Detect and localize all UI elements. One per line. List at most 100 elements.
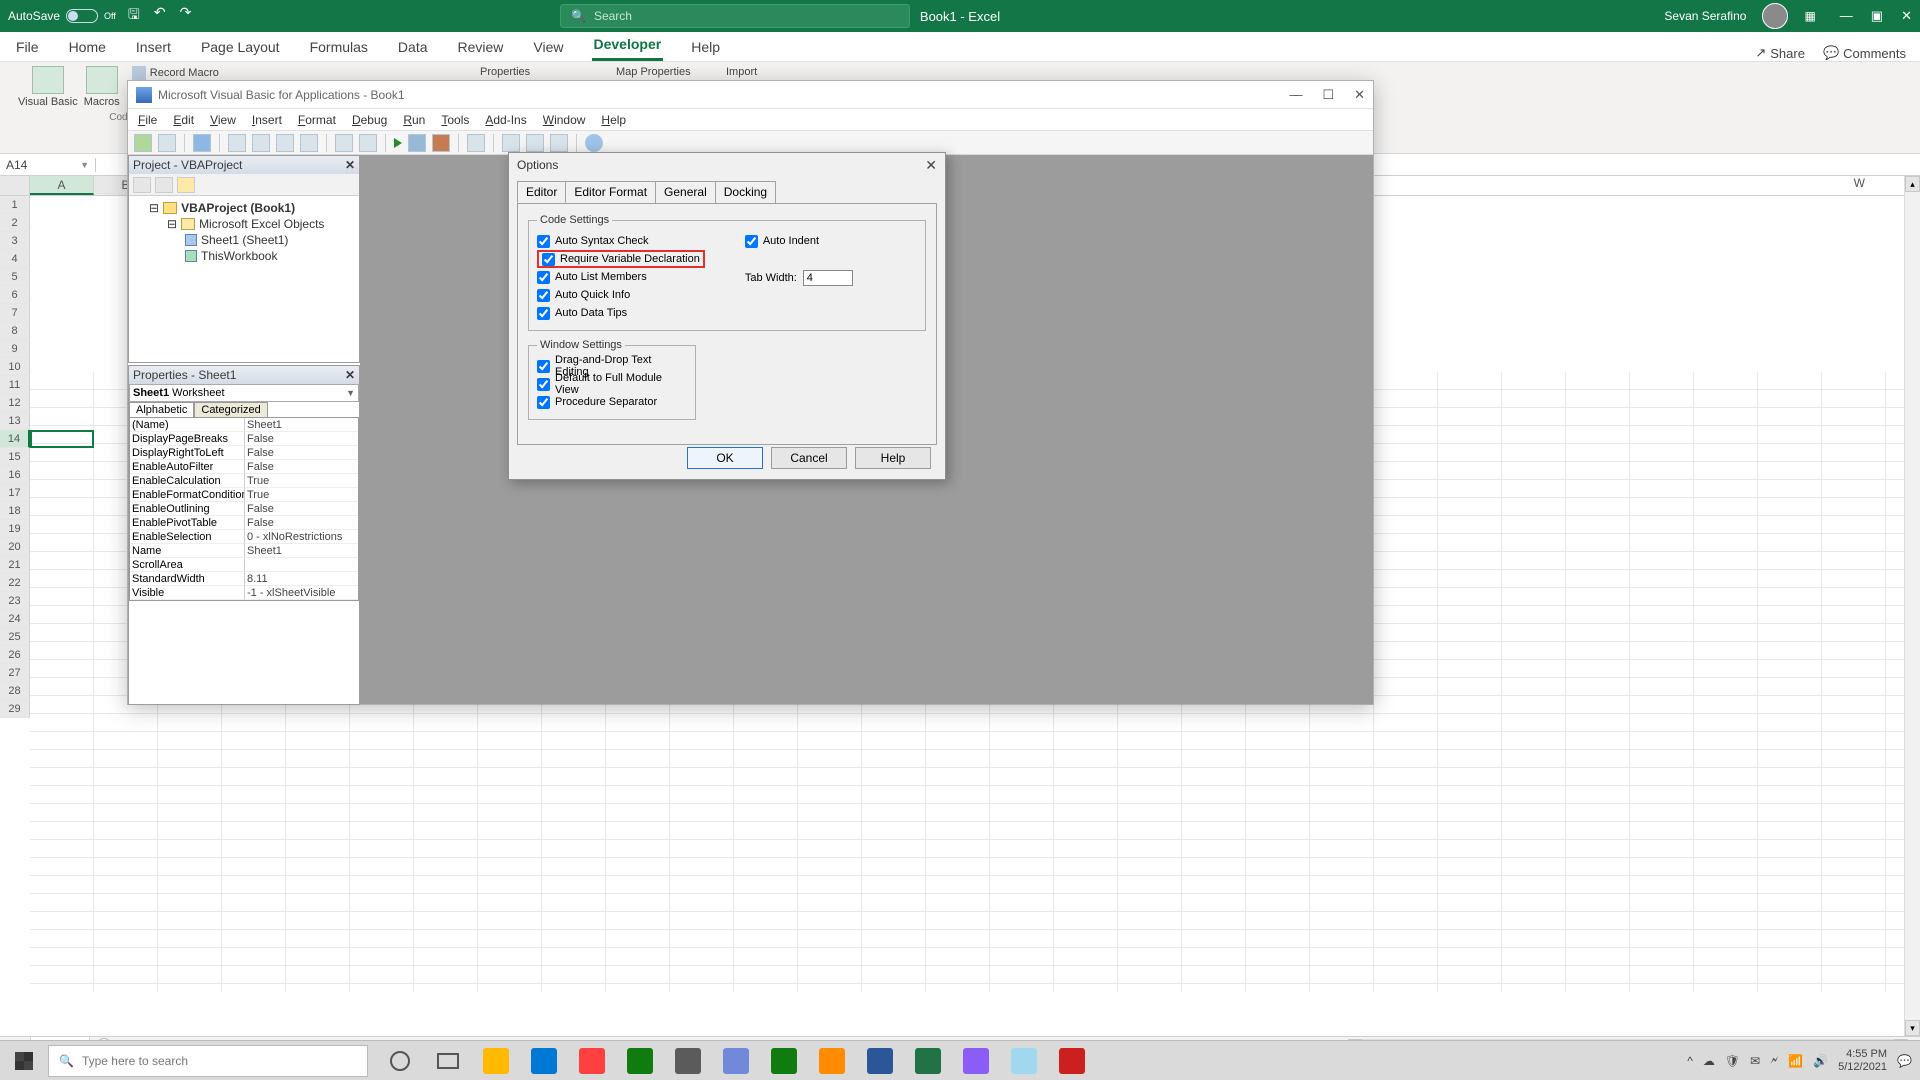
row-header[interactable]: 5 xyxy=(0,268,30,286)
vba-menu-addins[interactable]: Add-Ins xyxy=(485,113,526,127)
row-header[interactable]: 20 xyxy=(0,538,30,556)
tab-file[interactable]: File xyxy=(14,35,41,61)
cancel-button[interactable]: Cancel xyxy=(771,447,847,469)
task-view-button[interactable] xyxy=(426,1041,470,1080)
full-module-view-checkbox[interactable]: Default to Full Module View xyxy=(537,375,687,393)
property-row[interactable]: NameSheet1 xyxy=(130,544,358,558)
user-name[interactable]: Sevan Serafino xyxy=(1664,9,1746,23)
taskbar-app[interactable] xyxy=(1050,1041,1094,1080)
dialog-tab-editor-format[interactable]: Editor Format xyxy=(565,181,656,203)
row-header[interactable]: 19 xyxy=(0,520,30,538)
vba-tool-icon[interactable] xyxy=(158,134,176,152)
tab-formulas[interactable]: Formulas xyxy=(308,35,370,61)
tray-wifi-icon[interactable]: 📶 xyxy=(1788,1054,1803,1068)
vba-maximize-button[interactable]: ☐ xyxy=(1322,87,1334,103)
vba-minimize-button[interactable]: — xyxy=(1289,87,1302,103)
toggle-folders-icon[interactable] xyxy=(177,177,195,193)
vba-tool-icon[interactable] xyxy=(526,134,544,152)
search-box[interactable]: 🔍 Search xyxy=(560,4,910,28)
vba-tool-icon[interactable] xyxy=(550,134,568,152)
share-button[interactable]: ↗ Share xyxy=(1755,45,1805,61)
autosave-switch[interactable] xyxy=(66,9,98,23)
map-properties-button[interactable]: Map Properties xyxy=(612,66,691,78)
taskbar-app[interactable] xyxy=(522,1041,566,1080)
redo-icon[interactable] xyxy=(359,134,377,152)
tab-view[interactable]: View xyxy=(531,35,565,61)
close-icon[interactable]: ✕ xyxy=(925,157,937,174)
copy-icon[interactable] xyxy=(252,134,270,152)
macros-button[interactable]: Macros xyxy=(84,66,120,112)
row-header[interactable]: 14 xyxy=(0,430,30,448)
vba-menu-view[interactable]: View xyxy=(210,113,236,127)
tab-home[interactable]: Home xyxy=(67,35,108,61)
scroll-up-button[interactable]: ▴ xyxy=(1905,176,1920,192)
row-header[interactable]: 13 xyxy=(0,412,30,430)
visual-basic-button[interactable]: Visual Basic xyxy=(18,66,78,112)
taskbar-app[interactable] xyxy=(618,1041,662,1080)
chevron-down-icon[interactable]: ▼ xyxy=(80,160,89,170)
select-all-corner[interactable] xyxy=(0,176,30,195)
property-row[interactable]: EnablePivotTableFalse xyxy=(130,516,358,530)
autosave-toggle[interactable]: AutoSave Off xyxy=(8,9,116,23)
properties-tab-categorized[interactable]: Categorized xyxy=(194,402,267,417)
tray-onedrive-icon[interactable]: ☁ xyxy=(1703,1054,1715,1068)
taskbar-app[interactable] xyxy=(810,1041,854,1080)
row-header[interactable]: 28 xyxy=(0,682,30,700)
property-row[interactable]: ScrollArea xyxy=(130,558,358,572)
auto-quick-info-checkbox[interactable]: Auto Quick Info xyxy=(537,286,705,304)
tab-help[interactable]: Help xyxy=(689,35,722,61)
row-header[interactable]: 12 xyxy=(0,394,30,412)
row-header[interactable]: 4 xyxy=(0,250,30,268)
row-header[interactable]: 3 xyxy=(0,232,30,250)
vba-menu-tools[interactable]: Tools xyxy=(441,113,469,127)
vba-menu-debug[interactable]: Debug xyxy=(352,113,387,127)
row-header[interactable]: 18 xyxy=(0,502,30,520)
row-header[interactable]: 9 xyxy=(0,340,30,358)
close-button[interactable]: ✕ xyxy=(1901,8,1912,24)
view-object-icon[interactable] xyxy=(155,177,173,193)
properties-tab-alphabetic[interactable]: Alphabetic xyxy=(129,402,194,417)
row-header[interactable]: 10 xyxy=(0,358,30,376)
vertical-scrollbar[interactable]: ▴ ▾ xyxy=(1904,176,1920,1036)
tray-mail-icon[interactable]: ✉ xyxy=(1750,1054,1760,1068)
redo-icon[interactable]: ↷ xyxy=(180,4,192,28)
auto-indent-checkbox[interactable]: Auto Indent xyxy=(745,232,853,250)
maximize-button[interactable]: ▣ xyxy=(1871,8,1883,24)
row-header[interactable]: 26 xyxy=(0,646,30,664)
auto-list-members-checkbox[interactable]: Auto List Members xyxy=(537,268,705,286)
close-icon[interactable]: ✕ xyxy=(345,158,355,172)
selected-cell[interactable] xyxy=(30,430,94,448)
tree-folder-node[interactable]: ⊟Microsoft Excel Objects xyxy=(135,216,353,232)
tab-review[interactable]: Review xyxy=(456,35,506,61)
vba-menu-run[interactable]: Run xyxy=(403,113,425,127)
run-icon[interactable] xyxy=(394,138,402,148)
vba-title-bar[interactable]: Microsoft Visual Basic for Applications … xyxy=(128,81,1373,109)
project-tree[interactable]: ⊟VBAProject (Book1) ⊟Microsoft Excel Obj… xyxy=(129,196,359,268)
property-row[interactable]: EnableOutliningFalse xyxy=(130,502,358,516)
property-row[interactable]: DisplayPageBreaksFalse xyxy=(130,432,358,446)
vba-menu-help[interactable]: Help xyxy=(601,113,626,127)
row-header[interactable]: 11 xyxy=(0,376,30,394)
taskbar-app[interactable] xyxy=(714,1041,758,1080)
tray-security-icon[interactable]: 🛡 xyxy=(1725,1054,1740,1068)
record-macro-button[interactable]: Record Macro xyxy=(132,66,219,80)
tab-developer[interactable]: Developer xyxy=(592,32,664,61)
tab-page-layout[interactable]: Page Layout xyxy=(199,35,282,61)
name-box[interactable]: A14 ▼ xyxy=(0,158,96,172)
taskbar-app[interactable] xyxy=(570,1041,614,1080)
start-button[interactable] xyxy=(0,1041,48,1080)
row-header[interactable]: 17 xyxy=(0,484,30,502)
column-header[interactable]: W xyxy=(1854,176,1865,190)
paste-icon[interactable] xyxy=(276,134,294,152)
ribbon-mode-icon[interactable]: ▦ xyxy=(1804,9,1815,23)
row-header[interactable]: 22 xyxy=(0,574,30,592)
row-header[interactable]: 8 xyxy=(0,322,30,340)
notifications-icon[interactable]: 💬 xyxy=(1897,1054,1912,1068)
properties-panel-title[interactable]: Properties - Sheet1 ✕ xyxy=(129,366,359,384)
tab-width-input[interactable] xyxy=(803,270,853,286)
row-header[interactable]: 7 xyxy=(0,304,30,322)
scroll-down-button[interactable]: ▾ xyxy=(1905,1020,1920,1036)
row-header[interactable]: 2 xyxy=(0,214,30,232)
taskbar-app[interactable] xyxy=(954,1041,998,1080)
tree-workbook-node[interactable]: ThisWorkbook xyxy=(135,248,353,264)
